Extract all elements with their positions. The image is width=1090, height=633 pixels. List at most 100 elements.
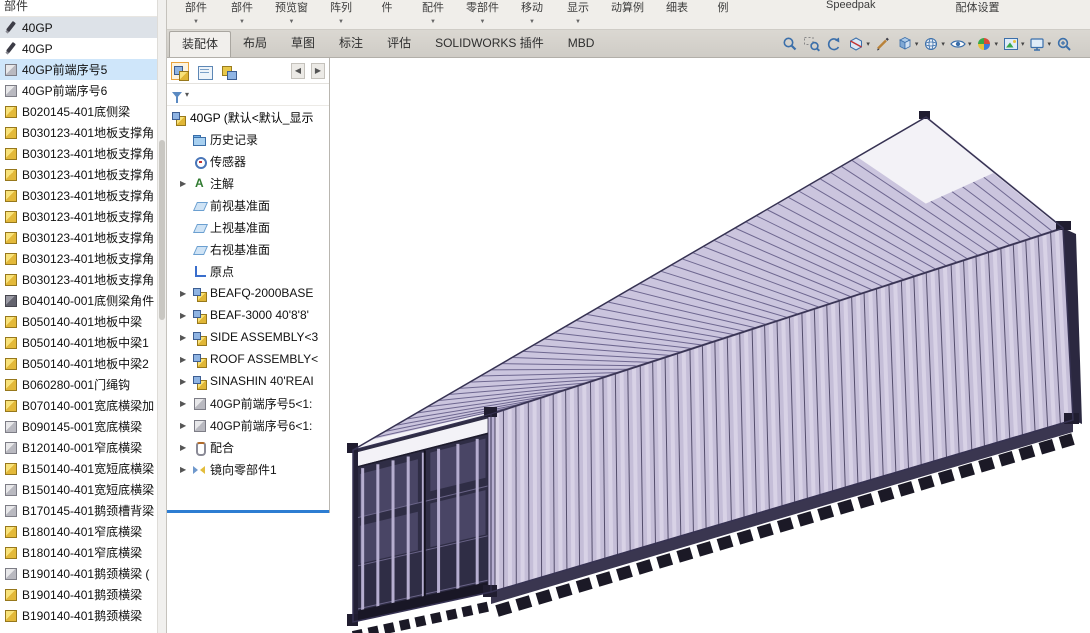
view-settings-button[interactable]: ▾ xyxy=(1027,33,1052,55)
feature-tree-item[interactable]: ▶ 历史记录 xyxy=(167,128,329,150)
part-list-item[interactable]: B060280-001门绳钩 xyxy=(0,374,158,395)
ribbon-button[interactable]: 配体设置 ▼ xyxy=(956,0,1000,29)
expand-arrow-icon[interactable]: ▶ xyxy=(180,179,189,188)
part-list-item[interactable]: B030123-401地板支撑角 xyxy=(0,122,158,143)
previous-view-button[interactable] xyxy=(824,33,844,55)
part-list-item[interactable]: B170145-401鹅颈槽背梁 xyxy=(0,500,158,521)
command-tab[interactable]: MBD xyxy=(556,31,607,57)
feature-tree-item[interactable]: ▶ BEAF-3000 40'8'8' xyxy=(167,304,329,326)
pane-right-arrow-button[interactable]: ▶ xyxy=(311,63,325,79)
ribbon-button[interactable]: 动算例 ▼ xyxy=(611,0,644,29)
feature-tree-item[interactable]: ▶ SIDE ASSEMBLY<3 xyxy=(167,326,329,348)
part-list-item[interactable]: B030123-401地板支撑角 xyxy=(0,248,158,269)
feature-tree-item[interactable]: ▶ 原点 xyxy=(167,260,329,282)
pane-left-arrow-button[interactable]: ◀ xyxy=(291,63,305,79)
command-tab[interactable]: SOLIDWORKS 插件 xyxy=(423,31,556,57)
feature-tree-item[interactable]: ▶ 注解 xyxy=(167,172,329,194)
part-list-item[interactable]: B090145-001宽底横梁 xyxy=(0,416,158,437)
zoom-area-button[interactable] xyxy=(802,33,822,55)
display-style-button[interactable]: ▾ xyxy=(921,33,946,55)
feature-tree-item[interactable]: ▶ 传感器 xyxy=(167,150,329,172)
expand-arrow-icon[interactable]: ▶ xyxy=(180,311,189,320)
part-list-item[interactable]: B180140-401窄底横梁 xyxy=(0,542,158,563)
part-list-item[interactable]: B050140-401地板中梁1 xyxy=(0,332,158,353)
command-tab[interactable]: 标注 xyxy=(327,31,375,57)
part-list-item[interactable]: 40GP前端序号6 xyxy=(0,80,158,101)
feature-tree-root[interactable]: 40GP (默认<默认_显示 xyxy=(167,106,329,128)
filter-caret-icon[interactable]: ▾ xyxy=(185,90,189,99)
ribbon-button[interactable]: 预览窗 ▼ xyxy=(275,0,308,29)
part-list-item[interactable]: B050140-401地板中梁2 xyxy=(0,353,158,374)
ribbon-button[interactable]: 件 ▼ xyxy=(374,0,400,29)
panel-resize-handle[interactable] xyxy=(167,510,329,513)
part-list-item[interactable]: B050140-401地板中梁 xyxy=(0,311,158,332)
command-tab[interactable]: 布局 xyxy=(231,31,279,57)
section-view-button[interactable]: ▾ xyxy=(846,33,871,55)
dynamic-annotation-button[interactable] xyxy=(873,33,893,55)
expand-arrow-icon[interactable]: ▶ xyxy=(180,421,189,430)
edit-appearance-button[interactable]: ▾ xyxy=(974,33,999,55)
part-list-item[interactable]: B020145-401底侧梁 xyxy=(0,101,158,122)
part-list-item[interactable]: B190140-401鹅颈横梁 xyxy=(0,605,158,626)
part-list-item[interactable]: B030123-401地板支撑角 xyxy=(0,164,158,185)
feature-tree-item[interactable]: ▶ ROOF ASSEMBLY< xyxy=(167,348,329,370)
ribbon-button[interactable]: 移动 ▼ xyxy=(519,0,545,29)
propertymanager-tab-icon[interactable] xyxy=(195,62,213,80)
tree-filter-bar[interactable]: ▾ xyxy=(167,84,329,106)
feature-tree-item[interactable]: ▶ 40GP前端序号6<1: xyxy=(167,414,329,436)
view-orientation-button[interactable]: ▾ xyxy=(895,33,920,55)
expand-arrow-icon[interactable]: ▶ xyxy=(180,333,189,342)
part-list-item[interactable]: B190140-401鹅颈横梁 xyxy=(0,584,158,605)
expand-arrow-icon[interactable]: ▶ xyxy=(180,355,189,364)
command-tab[interactable]: 装配体 xyxy=(169,31,231,57)
feature-tree-item[interactable]: ▶ BEAFQ-2000BASE xyxy=(167,282,329,304)
part-list-item[interactable]: B150140-401宽短底横梁 xyxy=(0,479,158,500)
command-tab[interactable]: 评估 xyxy=(375,31,423,57)
part-list-item[interactable]: B040140-001底侧梁角件 xyxy=(0,290,158,311)
part-list-item[interactable]: 40GP xyxy=(0,17,158,38)
part-list-item[interactable]: B180140-401窄底横梁 xyxy=(0,521,158,542)
part-list-item[interactable]: B030123-401地板支撑角 xyxy=(0,269,158,290)
configurationmanager-tab-icon[interactable] xyxy=(219,62,237,80)
part-list-item[interactable]: B030123-401地板支撑角 xyxy=(0,143,158,164)
feature-tree-item[interactable]: ▶ SINASHIN 40'REAI xyxy=(167,370,329,392)
part-list-item[interactable]: B030123-401地板支撑角 xyxy=(0,206,158,227)
feature-tree-item[interactable]: ▶ 右视基准面 xyxy=(167,238,329,260)
ribbon-button[interactable]: 例 ▼ xyxy=(710,0,736,29)
part-list-item[interactable]: B150140-401宽短底横梁 xyxy=(0,458,158,479)
part-list-item[interactable]: 40GP xyxy=(0,38,158,59)
hide-show-items-button[interactable]: ▾ xyxy=(948,33,973,55)
expand-arrow-icon[interactable]: ▶ xyxy=(180,443,189,452)
ribbon-button[interactable]: Speedpak ▼ xyxy=(826,0,876,29)
ribbon-button[interactable]: 阵列 ▼ xyxy=(328,0,354,29)
ribbon-button[interactable]: 显示 ▼ xyxy=(565,0,591,29)
feature-tree-item[interactable]: ▶ 上视基准面 xyxy=(167,216,329,238)
ribbon-button[interactable]: 部件 ▼ xyxy=(183,0,209,29)
ribbon-button[interactable]: 细表 ▼ xyxy=(664,0,690,29)
feature-tree-item[interactable]: ▶ 前视基准面 xyxy=(167,194,329,216)
apply-scene-button[interactable]: ▾ xyxy=(1001,33,1026,55)
command-tab[interactable]: 草图 xyxy=(279,31,327,57)
magnify-button[interactable] xyxy=(1054,33,1074,55)
parts-scrollbar[interactable] xyxy=(157,0,166,633)
expand-arrow-icon[interactable]: ▶ xyxy=(180,377,189,386)
zoom-fit-button[interactable] xyxy=(780,33,800,55)
feature-tree-item[interactable]: ▶ 镜向零部件1 xyxy=(167,458,329,480)
ribbon-button[interactable]: 零部件 ▼ xyxy=(466,0,499,29)
scrollbar-thumb[interactable] xyxy=(159,140,165,320)
ribbon-button[interactable]: 部件 ▼ xyxy=(229,0,255,29)
part-list-item[interactable]: B070140-001宽底横梁加 xyxy=(0,395,158,416)
feature-tree-item[interactable]: ▶ 配合 xyxy=(167,436,329,458)
part-list-item[interactable]: B120140-001窄底横梁 xyxy=(0,437,158,458)
ribbon-button[interactable]: 配件 ▼ xyxy=(420,0,446,29)
expand-arrow-icon[interactable]: ▶ xyxy=(180,465,189,474)
filter-funnel-icon[interactable] xyxy=(172,92,182,98)
part-list-item[interactable]: B030123-401地板支撑角 xyxy=(0,185,158,206)
feature-tree-item[interactable]: ▶ 40GP前端序号5<1: xyxy=(167,392,329,414)
expand-arrow-icon[interactable]: ▶ xyxy=(180,289,189,298)
expand-arrow-icon[interactable]: ▶ xyxy=(180,399,189,408)
part-list-item[interactable]: B030123-401地板支撑角 xyxy=(0,227,158,248)
part-list-item[interactable]: 40GP前端序号5 xyxy=(0,59,158,80)
featuremanager-tab-icon[interactable] xyxy=(171,62,189,80)
part-list-item[interactable]: B190140-401鹅颈横梁 ( xyxy=(0,563,158,584)
